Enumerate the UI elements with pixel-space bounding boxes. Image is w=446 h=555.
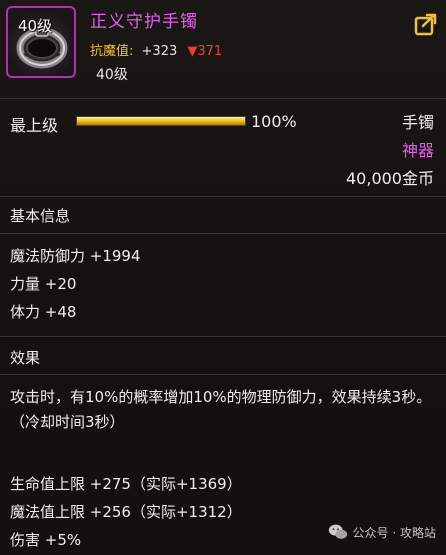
required-level: 40级	[96, 67, 128, 83]
effect-title-divider	[0, 374, 446, 375]
item-grade: 神器	[401, 141, 434, 160]
resist-compare-down: ▼371	[187, 44, 223, 59]
item-type: 手镯	[401, 113, 434, 132]
effect-stat: 伤害 +5%	[10, 531, 82, 549]
basic-info-title: 基本信息	[10, 207, 71, 225]
watermark-text: 公众号 · 攻略站	[352, 525, 436, 540]
resist-label: 抗魔值:	[90, 44, 134, 59]
resist-row: 抗魔值: +323 ▼371	[90, 40, 222, 59]
upgrade-progress-bar	[76, 116, 246, 126]
item-icon-frame: 40级	[6, 6, 76, 78]
basic-stat: 魔法防御力 +1994	[10, 247, 141, 265]
resist-value: +323	[141, 44, 178, 59]
upgrade-progress-fill	[77, 117, 245, 125]
item-name: 正义守护手镯	[90, 12, 198, 32]
basic-stat: 体力 +48	[10, 303, 77, 321]
upgrade-progress-percent: 100%	[251, 112, 297, 131]
item-tooltip-panel: 40级 正义守护手镯 抗魔值: +323 ▼371 40级 最上级 100% 手…	[0, 0, 446, 555]
share-icon[interactable]	[414, 12, 438, 36]
basic-info-divider	[0, 233, 446, 234]
header-divider	[0, 98, 446, 99]
basic-stat: 力量 +20	[10, 275, 77, 293]
effect-title: 效果	[10, 349, 41, 367]
effect-description: 攻击时，有10%的概率增加10%的物理防御力，效果持续3秒。（冷却时间3秒）	[10, 388, 432, 431]
meta-divider	[0, 196, 446, 197]
item-level-badge: 40级	[18, 17, 53, 35]
item-price: 40,000金币	[346, 169, 434, 188]
effect-stat: 生命值上限 +275（实际+1369）	[10, 475, 242, 493]
watermark: 公众号 · 攻略站	[327, 521, 436, 543]
upgrade-level-label: 最上级	[10, 116, 59, 135]
effect-top-divider	[0, 336, 446, 337]
wechat-icon	[328, 524, 347, 539]
effect-stat: 魔法值上限 +256（实际+1312）	[10, 503, 242, 521]
